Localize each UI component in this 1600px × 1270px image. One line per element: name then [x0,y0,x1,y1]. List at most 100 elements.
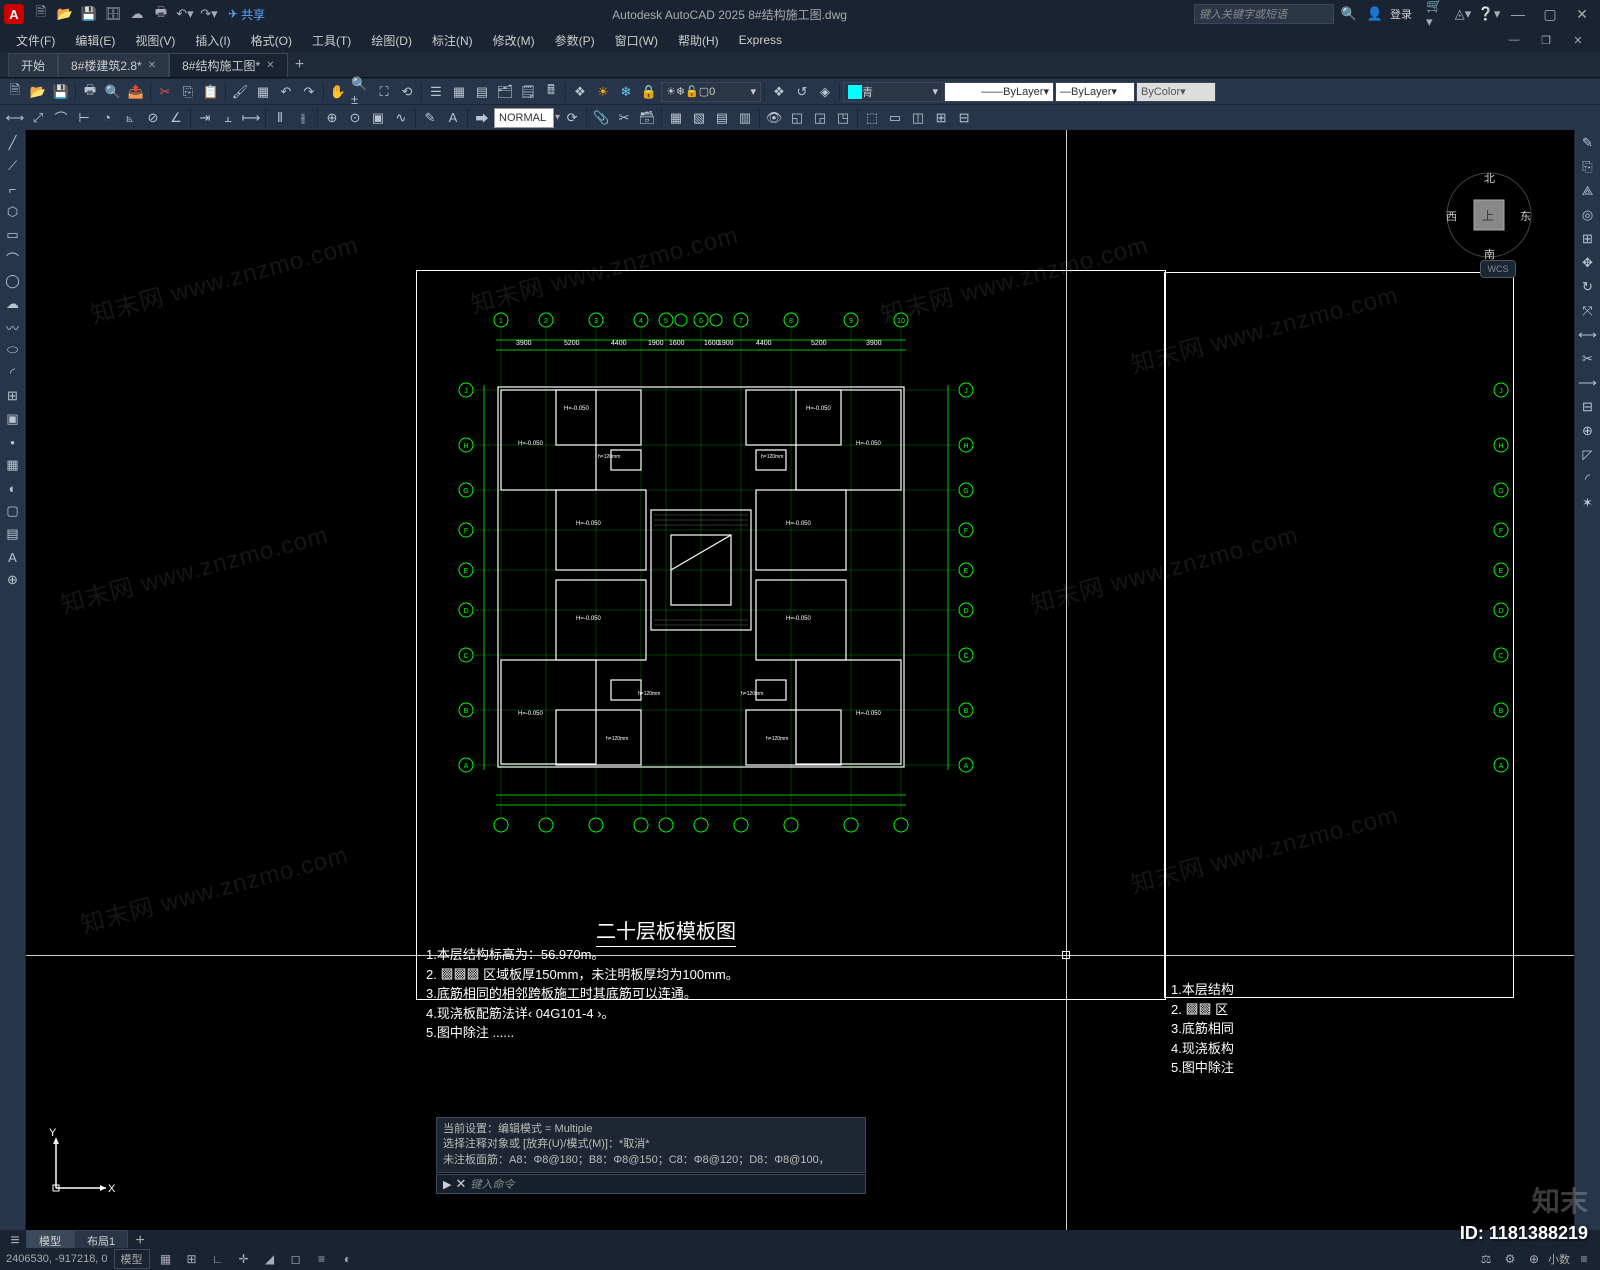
doc-close-icon[interactable]: ✕ [1564,26,1592,54]
new-icon[interactable]: 🗎 [4,81,26,103]
menu-format[interactable]: 格式(O) [243,30,300,51]
new-icon[interactable]: 🗎 [30,3,52,25]
isodraft-icon[interactable]: ◢ [260,1250,280,1268]
layer-prev-icon[interactable]: ↺ [791,81,813,103]
ref-attach-icon[interactable]: 📎 [590,107,612,129]
dim-continue-icon[interactable]: ⟼ [240,107,262,129]
layer-state-icon[interactable]: ❖ [768,81,790,103]
undo-icon[interactable]: ↶ [275,81,297,103]
dim-aligned-icon[interactable]: ⤢ [27,107,49,129]
offset-icon[interactable]: ◎ [1577,204,1599,226]
polygon-icon[interactable]: ⬡ [2,201,24,223]
stretch-icon[interactable]: ⟷ [1577,324,1599,346]
view4-icon[interactable]: ◳ [832,107,854,129]
ellipse-icon[interactable]: ⬭ [2,339,24,361]
snap-icon[interactable]: ⊞ [182,1250,202,1268]
cart-icon[interactable]: 🛒▾ [1426,3,1448,25]
doc-minimize-icon[interactable]: — [1500,26,1528,54]
polar-icon[interactable]: ✛ [234,1250,254,1268]
zoom-icon[interactable]: 🔍± [350,81,372,103]
dim-angular-icon[interactable]: ∠ [165,107,187,129]
dim-baseline-icon[interactable]: ⫠ [217,107,239,129]
print-icon[interactable]: 🖶 [79,81,101,103]
misc3-icon[interactable]: ◫ [907,107,929,129]
dimedit-icon[interactable]: ✎ [419,107,441,129]
menu-window[interactable]: 窗口(W) [607,30,666,51]
misc4-icon[interactable]: ⊞ [930,107,952,129]
menu-file[interactable]: 文件(F) [8,30,63,51]
command-line[interactable]: ▶ ✕ 键入命令 [436,1174,866,1194]
scale-icon[interactable]: ⤧ [1577,300,1599,322]
express1-icon[interactable]: ▦ [665,107,687,129]
circle-icon[interactable]: ◯ [2,270,24,292]
fillet-icon[interactable]: ◜ [1577,468,1599,490]
join-icon[interactable]: ⊕ [1577,420,1599,442]
revcloud-icon[interactable]: ☁ [2,293,24,315]
cut-icon[interactable]: ✂ [154,81,176,103]
menu-insert[interactable]: 插入(I) [187,30,238,51]
break-icon[interactable]: ⊟ [1577,396,1599,418]
erase-icon[interactable]: ✎ [1577,132,1599,154]
spline-icon[interactable]: 〰 [2,316,24,338]
login-label[interactable]: 登录 [1390,6,1412,22]
space-label[interactable]: 模型 [114,1249,150,1269]
doc-restore-icon[interactable]: ❐ [1532,26,1560,54]
drawing-canvas[interactable]: 知末网 www.znzmo.com 知末网 www.znzmo.com 知末网 … [26,130,1574,1238]
view3-icon[interactable]: ◲ [809,107,831,129]
plotstyle-dropdown[interactable]: ByColor ▾ [1136,82,1216,102]
zoom-window-icon[interactable]: ⛶ [373,81,395,103]
line-icon[interactable]: ╱ [2,132,24,154]
customize-icon[interactable]: ≡ [1574,1250,1594,1268]
point-icon[interactable]: • [2,431,24,453]
ortho-icon[interactable]: ∟ [208,1250,228,1268]
rectangle-icon[interactable]: ▭ [2,224,24,246]
open-icon[interactable]: 📂 [54,3,76,25]
paste-icon[interactable]: 📋 [200,81,222,103]
copy-icon[interactable]: ⎘ [1577,156,1599,178]
publish-icon[interactable]: 📤 [125,81,147,103]
hatch-icon[interactable]: ▦ [2,454,24,476]
menu-edit[interactable]: 编辑(E) [67,30,123,51]
view2-icon[interactable]: ◱ [786,107,808,129]
save-icon[interactable]: 💾 [78,3,100,25]
layer-iso-icon[interactable]: ◈ [814,81,836,103]
layer-icon[interactable]: ❖ [569,81,591,103]
lock-icon[interactable]: 🔒 [638,81,660,103]
apps-icon[interactable]: ◬▾ [1452,3,1474,25]
array-icon[interactable]: ⊞ [1577,228,1599,250]
doc-tab-start[interactable]: 开始 [8,53,58,77]
markup-icon[interactable]: 🗒 [517,81,539,103]
web-icon[interactable]: ☁ [126,3,148,25]
workspace-icon[interactable]: ⚙ [1500,1250,1520,1268]
ref-manage-icon[interactable]: 🗃 [636,107,658,129]
misc2-icon[interactable]: ▭ [884,107,906,129]
linetype-dropdown[interactable]: —— ByLayer ▾ [944,82,1054,102]
menu-express[interactable]: Express [731,31,790,49]
menu-draw[interactable]: 绘图(D) [363,30,420,51]
region-icon[interactable]: ▢ [2,500,24,522]
inspect-icon[interactable]: ▣ [367,107,389,129]
share-button[interactable]: ✈ 共享 [228,6,265,23]
designcenter-icon[interactable]: ▦ [448,81,470,103]
dimstyle-icon[interactable]: ⮕ [471,107,493,129]
doc-tab-2[interactable]: 8#结构施工图*✕ [169,53,287,77]
view-icon[interactable]: 👁 [763,107,785,129]
dim-update-icon[interactable]: ⟳ [561,107,583,129]
block-icon[interactable]: ▣ [2,408,24,430]
table-icon[interactable]: ▤ [2,523,24,545]
user-icon[interactable]: 👤 [1364,3,1386,25]
trim-icon[interactable]: ✂ [1577,348,1599,370]
tab-close-icon[interactable]: ✕ [148,60,156,71]
close-icon[interactable]: ✕ [1568,0,1596,28]
match-icon[interactable]: 🖌 [229,81,251,103]
pline-icon[interactable]: ⌐ [2,178,24,200]
viewcube[interactable]: 上 北 南 西 东 [1444,170,1534,260]
ref-clip-icon[interactable]: ✂ [613,107,635,129]
chamfer-icon[interactable]: ◸ [1577,444,1599,466]
qcalc-icon[interactable]: 🖩 [540,81,562,103]
dimstyle-input[interactable] [494,108,554,128]
maximize-icon[interactable]: ▢ [1536,0,1564,28]
dim-arc-icon[interactable]: ⌒ [50,107,72,129]
explode-icon[interactable]: ✶ [1577,492,1599,514]
gradient-icon[interactable]: ◐ [2,477,24,499]
